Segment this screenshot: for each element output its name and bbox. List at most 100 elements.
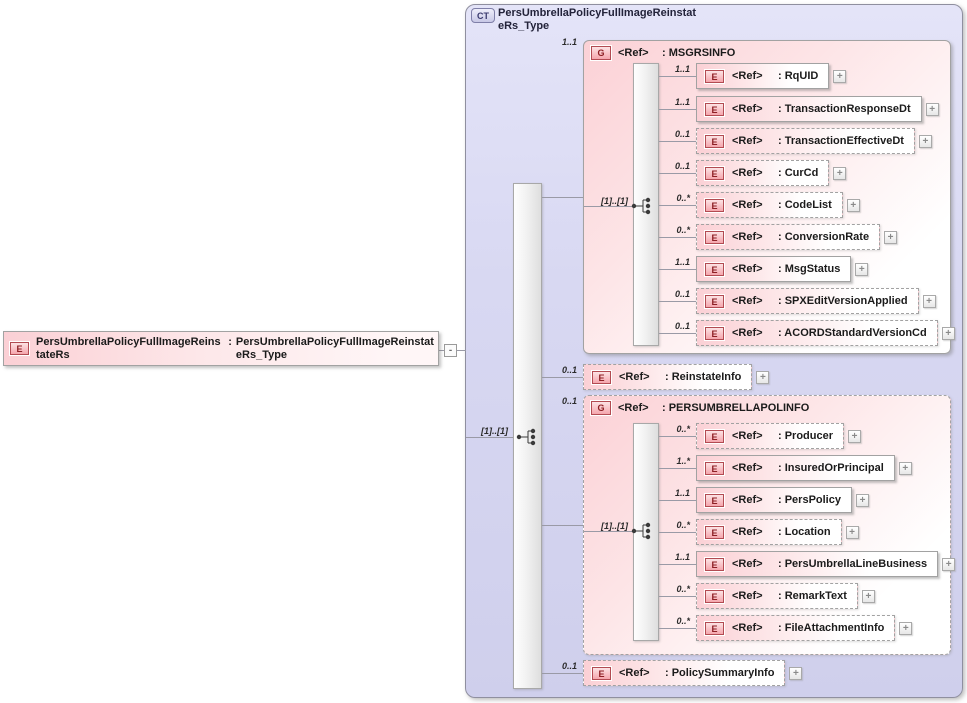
sequence-cardinality: [1]..[1] [584,196,628,206]
element-badge: E [705,231,724,244]
expand-icon[interactable]: + [919,135,932,148]
expand-icon[interactable]: + [833,167,846,180]
connector-line [659,468,696,469]
element-row-persumbrellalinebusiness[interactable]: E<Ref>: PersUmbrellaLineBusiness + [696,551,955,577]
expand-icon[interactable]: + [847,199,860,212]
connector-line [659,596,696,597]
element-row-codelist[interactable]: E <Ref>: CodeList + [696,192,860,218]
element-row-transactionresponsedt[interactable]: E<Ref>: TransactionResponseDt + [696,96,939,122]
element-row-spxeditversionapplied[interactable]: E <Ref>: SPXEditVersionApplied + [696,288,936,314]
element-badge: E [705,135,724,148]
expand-icon[interactable]: + [833,70,846,83]
group-msgrsinfo[interactable]: G <Ref> : MSGRSINFO [1]..[1] 1..1 1..1 0… [583,40,951,354]
element-badge: E [705,70,724,83]
element-name: : RemarkText [778,590,847,602]
element-name: : MsgStatus [778,263,840,275]
group-badge: G [591,46,611,60]
cardinality-label: 0..1 [642,289,690,299]
expand-icon[interactable]: + [862,590,875,603]
expand-icon[interactable]: + [756,371,769,384]
root-element-type: PersUmbrellaPolicyFullImageReinstateRs_T… [236,336,434,362]
group-name: : MSGRSINFO [662,47,735,59]
connector-line [659,205,696,206]
element-row-transactioneffectivedt[interactable]: E<Ref>: TransactionEffectiveDt + [696,128,932,154]
ref-label: <Ref> [618,47,662,59]
ref-label: <Ref> [618,402,662,414]
element-name: : SPXEditVersionApplied [778,295,908,307]
ref-label: <Ref> [732,167,778,179]
ref-label: <Ref> [732,590,778,602]
element-badge: E [705,462,724,475]
element-row-policysummaryinfo[interactable]: E <Ref>: PolicySummaryInfo + [583,660,802,686]
element-row-remarktext[interactable]: E<Ref>: RemarkText + [696,583,875,609]
group-persumbrellapolinfo-header: G <Ref> : PERSUMBRELLAPOLINFO [591,401,809,415]
expand-icon[interactable]: + [942,327,955,340]
ref-label: <Ref> [732,199,778,211]
element-row-rquid[interactable]: E<Ref>: RqUID + [696,63,846,89]
expand-icon[interactable]: + [848,430,861,443]
connector-line [457,350,466,351]
element-badge: E [705,295,724,308]
cardinality-label: 0..* [642,520,690,530]
cardinality-label: 0..1 [642,129,690,139]
element-row-fileattachmentinfo[interactable]: E<Ref>: FileAttachmentInfo + [696,615,912,641]
connector-line [659,532,696,533]
ref-label: <Ref> [732,462,778,474]
element-row-location[interactable]: E<Ref>: Location + [696,519,859,545]
element-row-msgstatus[interactable]: E<Ref>: MsgStatus + [696,256,868,282]
connector-line [584,206,638,207]
element-row-insuredorprincipal[interactable]: E<Ref>: InsuredOrPrincipal + [696,455,912,481]
expand-icon[interactable]: + [926,103,939,116]
cardinality-label: 1..1 [642,257,690,267]
connector-line [659,269,696,270]
sequence-compositor-icon [516,427,540,447]
element-name: : PolicySummaryInfo [665,667,774,679]
expand-icon[interactable]: + [884,231,897,244]
ref-label: <Ref> [732,295,778,307]
ref-label: <Ref> [732,135,778,147]
cardinality-label: 0..* [642,584,690,594]
expand-icon[interactable]: + [899,622,912,635]
element-row-producer[interactable]: E<Ref>: Producer + [696,423,861,449]
element-badge: E [705,103,724,116]
ref-label: <Ref> [732,263,778,275]
expand-icon[interactable]: + [855,263,868,276]
expand-icon[interactable]: + [942,558,955,571]
element-badge: E [705,167,724,180]
root-element-box[interactable]: E PersUmbrellaPolicyFullImageReinstateRs… [3,331,439,366]
element-badge: E [592,371,611,384]
cardinality-label: 1..1 [642,552,690,562]
element-name: : ACORDStandardVersionCd [778,327,927,339]
cardinality-label: 1..1 [642,64,690,74]
element-name: : CodeList [778,199,832,211]
ref-label: <Ref> [732,622,778,634]
element-badge: E [705,558,724,571]
expand-icon[interactable]: + [856,494,869,507]
expand-icon[interactable]: + [846,526,859,539]
element-row-perspolicy[interactable]: E<Ref>: PersPolicy + [696,487,869,513]
complex-type-badge: CT [471,8,495,23]
connector-line [659,109,696,110]
element-row-reinstateinfo[interactable]: E<Ref>: ReinstateInfo + [583,364,769,390]
element-badge: E [705,327,724,340]
element-row-curcd[interactable]: E<Ref>: CurCd + [696,160,846,186]
group-msgrsinfo-header: G <Ref> : MSGRSINFO [591,46,735,60]
connector-line [659,628,696,629]
element-badge: E [705,494,724,507]
element-badge: E [705,199,724,212]
msgrsinfo-cardinality: 1..1 [529,37,577,47]
element-row-conversionrate[interactable]: E<Ref>: ConversionRate + [696,224,897,250]
ref-label: <Ref> [732,103,778,115]
element-row-acordstandardversioncd[interactable]: E <Ref>: ACORDStandardVersionCd + [696,320,955,346]
expand-icon[interactable]: + [789,667,802,680]
ref-label: <Ref> [732,70,778,82]
ref-label: <Ref> [732,327,778,339]
ref-label: <Ref> [619,667,665,679]
expand-icon[interactable]: + [923,295,936,308]
cardinality-label: 0..* [642,424,690,434]
collapse-icon[interactable]: - [444,344,457,357]
group-persumbrellapolinfo[interactable]: G <Ref> : PERSUMBRELLAPOLINFO [1]..[1] 0… [583,395,951,655]
connector-line [659,333,696,334]
element-badge: E [592,667,611,680]
expand-icon[interactable]: + [899,462,912,475]
